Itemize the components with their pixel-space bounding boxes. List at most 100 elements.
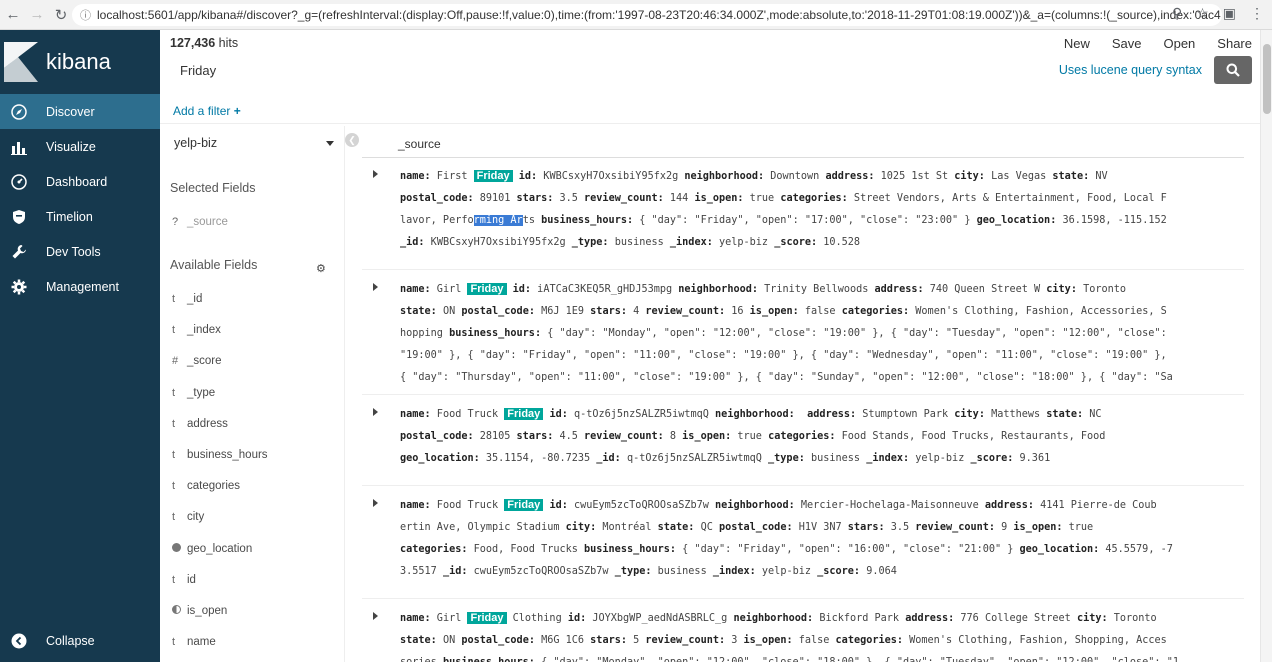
address-bar[interactable]: ⓘ localhost:5601/app/kibana#/discover?_g… <box>72 4 1222 26</box>
available-field-item[interactable]: t categories <box>172 480 240 492</box>
sidebar-item-timelion[interactable]: Timelion <box>0 199 160 234</box>
expand-row-icon[interactable] <box>373 283 378 291</box>
field-settings-gear-icon[interactable]: ⚙ <box>316 262 326 275</box>
available-field-item[interactable]: is_open <box>172 605 227 617</box>
source-line: categories: Food, Food Trucks business_h… <box>400 539 1236 561</box>
lucene-syntax-link[interactable]: Uses lucene query syntax <box>1059 63 1202 77</box>
boolean-type-icon <box>172 605 181 614</box>
add-filter-button[interactable]: Add a filter + <box>173 104 241 118</box>
field-value: Food Stands, Food Trucks, Restaurants, F… <box>835 431 1106 442</box>
field-value: 9.064 <box>860 566 897 577</box>
back-icon[interactable]: ← <box>2 4 24 26</box>
field-value: 776 College Street <box>954 613 1077 624</box>
sidebar-item-management[interactable]: Management <box>0 269 160 304</box>
sidebar-item-dashboard[interactable]: Dashboard <box>0 164 160 199</box>
extension-icon[interactable]: ▣ <box>1223 5 1236 22</box>
search-button[interactable] <box>1214 56 1252 84</box>
menu-save-button[interactable]: Save <box>1112 36 1142 51</box>
sidebar-item-visualize[interactable]: Visualize <box>0 129 160 164</box>
query-highlight: Friday <box>504 499 544 511</box>
collapse-button[interactable]: Collapse <box>0 628 160 654</box>
available-field-item[interactable]: t city <box>172 511 204 523</box>
field-key: categories: <box>400 544 468 555</box>
forward-icon[interactable]: → <box>26 4 48 26</box>
sidebar-item-label: Dashboard <box>46 174 108 189</box>
field-value: 740 Queen Street W <box>923 284 1047 295</box>
available-field-item[interactable]: t business_hours <box>172 449 268 461</box>
add-filter-plus: + <box>233 104 241 118</box>
field-key: _score: <box>817 566 861 577</box>
row-divider <box>362 485 1244 486</box>
field-name: business_hours <box>187 449 268 461</box>
info-icon[interactable]: ⓘ <box>80 7 91 23</box>
field-key: business_hours: <box>449 328 542 339</box>
field-value: true <box>731 431 769 442</box>
field-key: city: <box>1046 284 1077 295</box>
sidebar-item-label: Timelion <box>46 209 93 224</box>
field-type-glyph: t <box>172 449 176 461</box>
reload-icon[interactable]: ↻ <box>50 4 72 26</box>
available-field-item[interactable]: t address <box>172 418 228 430</box>
hits-number: 127,436 <box>170 36 216 50</box>
field-value: Toronto <box>1076 284 1127 295</box>
bookmark-star-icon[interactable]: ☆ <box>1196 5 1209 22</box>
menu-dots-icon[interactable]: ⋮ <box>1250 5 1264 22</box>
expand-row-icon[interactable] <box>373 408 378 416</box>
expand-row-icon[interactable] <box>373 170 378 178</box>
expand-row-icon[interactable] <box>373 499 378 507</box>
field-key: _id: <box>400 237 425 248</box>
field-value: 9.361 <box>1013 453 1051 464</box>
field-key: _index: <box>712 566 756 577</box>
available-field-item[interactable]: t name <box>172 636 216 648</box>
available-field-item[interactable]: t id <box>172 574 196 586</box>
field-value: Clothing <box>506 613 568 624</box>
field-value: q-tOz6j5nzSALZR5iwtmqQ <box>620 453 769 464</box>
available-field-item[interactable]: t _index <box>172 324 221 336</box>
field-value: 9 <box>995 522 1014 533</box>
field-key: id: <box>549 409 568 420</box>
field-name: city <box>187 511 205 524</box>
page-scrollbar[interactable] <box>1260 30 1272 662</box>
kibana-logo[interactable]: kibana <box>0 30 160 94</box>
scrollbar-thumb[interactable] <box>1263 44 1271 114</box>
field-value: 10.528 <box>817 237 861 248</box>
field-value: true <box>743 193 781 204</box>
field-key: _id: <box>596 453 621 464</box>
field-value: Las Vegas <box>984 171 1053 182</box>
field-value: 45.5579, -7 <box>1099 544 1173 555</box>
field-name: _id <box>187 293 203 305</box>
field-value: Toronto <box>1107 613 1157 624</box>
field-key: _index: <box>866 453 910 464</box>
index-pattern-select[interactable]: yelp-biz <box>174 136 336 152</box>
sidebar-item-dev-tools[interactable]: Dev Tools <box>0 234 160 269</box>
source-line: state: ON postal_code: M6G 1C6 stars: 5 … <box>400 630 1236 652</box>
field-key: _type: <box>614 566 652 577</box>
top-menu: New Save Open Share <box>1064 36 1252 51</box>
field-key: neighborhood: <box>715 500 795 511</box>
field-value: Girl <box>430 284 468 295</box>
menu-new-button[interactable]: New <box>1064 36 1090 51</box>
field-value: false <box>792 635 836 646</box>
available-field-item[interactable]: # _score <box>172 355 222 367</box>
search-input[interactable]: Friday <box>180 63 1059 78</box>
available-field-item[interactable]: geo_location <box>172 542 252 555</box>
field-key: address: <box>905 613 955 624</box>
field-value: Food Truck <box>430 409 505 420</box>
available-field-item[interactable]: t _type <box>172 387 215 399</box>
collapse-sidebar-icon[interactable]: ❮ <box>345 133 359 147</box>
field-key: categories: <box>841 306 910 317</box>
menu-open-button[interactable]: Open <box>1163 36 1195 51</box>
field-key: stars: <box>516 193 554 204</box>
field-value: ON <box>436 306 462 317</box>
zoom-icon[interactable]: ⚲ <box>1172 5 1182 22</box>
expand-row-icon[interactable] <box>373 612 378 620</box>
field-value: Street Vendors, Arts & Entertainment, Fo… <box>847 193 1167 204</box>
available-field-item[interactable]: t _id <box>172 293 202 305</box>
selected-field-item[interactable]: ? _source <box>172 216 228 228</box>
sidebar-item-label: Visualize <box>46 139 96 154</box>
menu-share-button[interactable]: Share <box>1217 36 1252 51</box>
sidebar-item-discover[interactable]: Discover <box>0 94 160 129</box>
field-key: review_count: <box>645 306 726 317</box>
text-selection: rming Ar <box>473 215 523 226</box>
query-highlight: Friday <box>504 408 544 420</box>
